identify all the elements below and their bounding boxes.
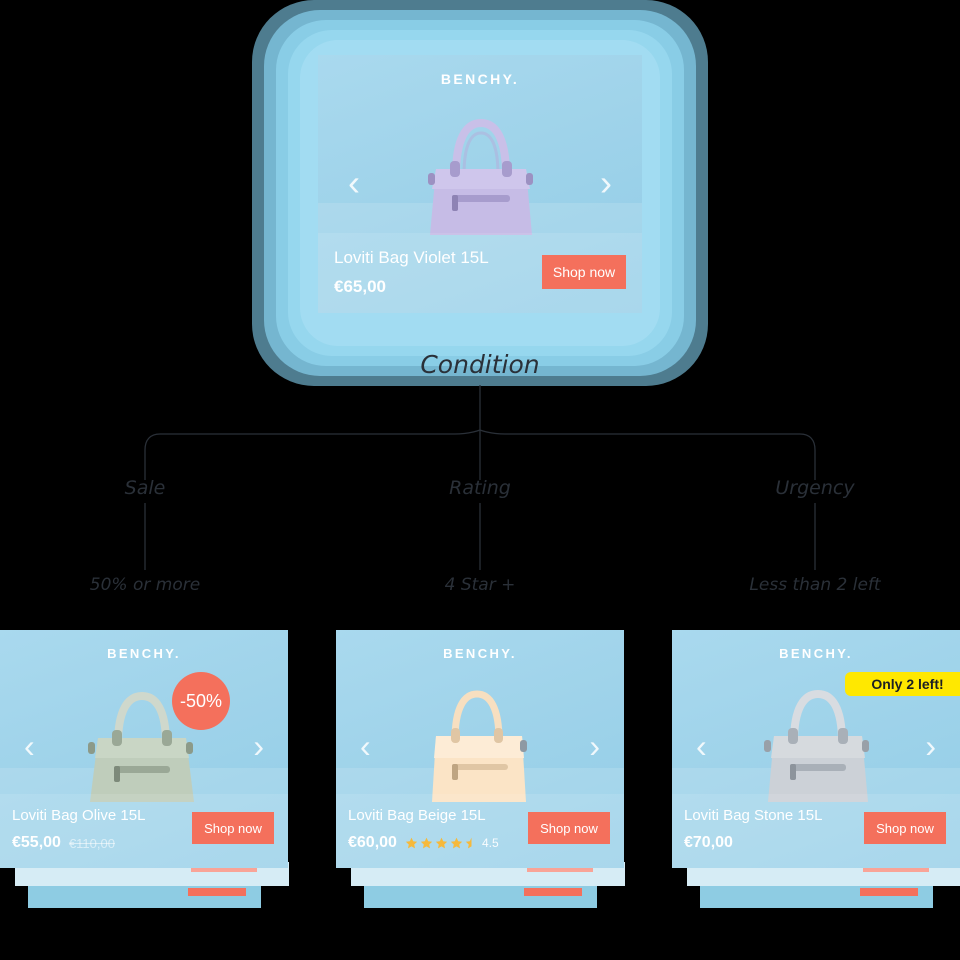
product-image-beige-bag: [432, 690, 527, 802]
hero-shop-now-button[interactable]: Shop now: [542, 255, 626, 289]
canvas: BENCHY. ‹ › Loviti Bag Violet 15L €65,00…: [0, 0, 960, 960]
product-image-violet-bag: [428, 118, 533, 235]
variant-card-stone[interactable]: BENCHY. Only 2 left! ‹ › Loviti Bag Ston…: [672, 630, 960, 868]
brand-logo: BENCHY.: [440, 71, 520, 87]
star-icon: [405, 837, 418, 848]
chevron-left-icon[interactable]: ‹: [348, 165, 360, 201]
variant-card-beige[interactable]: BENCHY. ‹ › Loviti Bag Beige 15L €60,00: [336, 630, 624, 868]
tree-leaf-label-rating: 4 Star +: [444, 575, 516, 595]
tree-branch-label-rating: Rating: [449, 477, 511, 499]
variant-price-beige: €60,00: [348, 834, 397, 851]
hero-product-card[interactable]: BENCHY. ‹ › Loviti Bag Violet 15L €65,00…: [318, 55, 642, 313]
hero-info-bar: Loviti Bag Violet 15L €65,00 Shop now: [318, 233, 642, 313]
variant-shop-now-button-olive[interactable]: Shop now: [192, 812, 274, 844]
variant-price-olive: €55,00: [12, 834, 61, 851]
variant-price-row-stone: €70,00: [684, 834, 733, 852]
variant-info-bar-olive: Loviti Bag Olive 15L €55,00 €110,00 Shop…: [0, 794, 288, 868]
variant-price-stone: €70,00: [684, 834, 733, 851]
variant-info-bar-beige: Loviti Bag Beige 15L €60,00 4.5 Shop now: [336, 794, 624, 868]
tree-leaf-label-urgency: Less than 2 left: [749, 575, 881, 595]
stock-badge-stone: Only 2 left!: [845, 672, 960, 696]
chevron-left-icon[interactable]: ‹: [24, 730, 35, 762]
variant-card-olive[interactable]: BENCHY. -50% -50% ‹ › Loviti Bag Olive 1…: [0, 630, 288, 868]
hero-product-name: Loviti Bag Violet 15L: [334, 248, 489, 267]
star-icon: [435, 837, 448, 848]
star-icon: [450, 837, 463, 848]
brand-logo: BENCHY.: [443, 646, 517, 661]
card-stack-shadow-beige: [336, 862, 626, 910]
chevron-right-icon[interactable]: ›: [600, 165, 612, 201]
variant-shop-now-button-beige[interactable]: Shop now: [528, 812, 610, 844]
variant-shop-now-button-stone[interactable]: Shop now: [864, 812, 946, 844]
variant-product-name-beige: Loviti Bag Beige 15L: [348, 807, 486, 824]
rating-stars: 4.5: [405, 836, 499, 850]
hero-price: €65,00: [334, 277, 386, 296]
brand-logo: BENCHY.: [107, 646, 181, 661]
tree-branch-label-sale: Sale: [124, 477, 166, 499]
variant-info-bar-stone: Loviti Bag Stone 15L €70,00 Shop now: [672, 794, 960, 868]
decision-tree: Condition Sale Rating Urgency 50% or mor…: [0, 330, 960, 630]
chevron-left-icon[interactable]: ‹: [696, 730, 707, 762]
variant-price-row-olive: €55,00 €110,00: [12, 834, 115, 852]
card-stack-shadow-stone: [672, 862, 960, 910]
brand-logo: BENCHY.: [779, 646, 853, 661]
chevron-right-icon[interactable]: ›: [253, 730, 264, 762]
star-icon: [420, 837, 433, 848]
variant-product-name-olive: Loviti Bag Olive 15L: [12, 807, 146, 824]
tree-leaf-label-sale: 50% or more: [89, 575, 201, 595]
chevron-right-icon[interactable]: ›: [925, 730, 936, 762]
chevron-left-icon[interactable]: ‹: [360, 730, 371, 762]
hero-price-row: €65,00: [334, 277, 386, 297]
star-half-icon: [465, 837, 472, 848]
variant-product-name-stone: Loviti Bag Stone 15L: [684, 807, 823, 824]
variant-price-row-beige: €60,00 4.5: [348, 834, 499, 852]
rating-value: 4.5: [481, 836, 499, 850]
tree-branch-label-urgency: Urgency: [775, 477, 855, 499]
card-stack-shadow-olive: [0, 862, 290, 910]
chevron-right-icon[interactable]: ›: [589, 730, 600, 762]
product-image-stone-bag: [764, 689, 869, 802]
discount-badge-olive: -50%: [172, 672, 230, 730]
variant-old-price-olive: €110,00: [68, 835, 115, 851]
